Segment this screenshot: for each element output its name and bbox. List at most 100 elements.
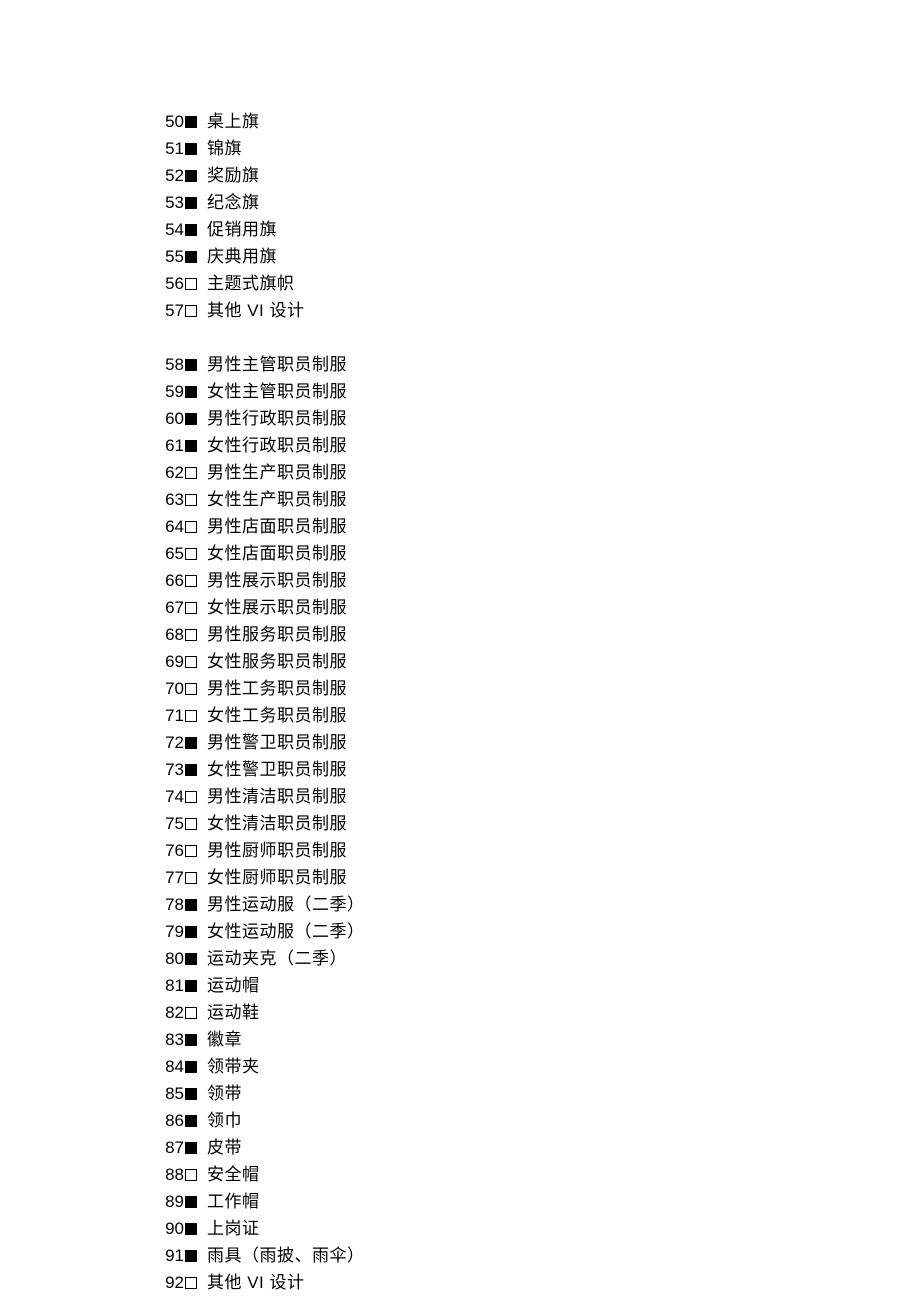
checkbox-checked-icon [184,440,199,452]
item-label: 女性警卫职员制服 [199,756,347,783]
item-number: 70 [162,675,184,702]
item-number: 65 [162,540,184,567]
item-label: 男性清洁职员制服 [199,783,347,810]
item-label: 男性生产职员制服 [199,459,347,486]
list-item: 84领带夹 [162,1053,920,1080]
item-label: 女性清洁职员制服 [199,810,347,837]
checkbox-unchecked-icon [184,1169,199,1181]
item-label: 安全帽 [199,1161,260,1188]
list-item: 60 男性行政职员制服 [162,405,920,432]
list-item: 59女性主管职员制服 [162,378,920,405]
list-item: 82运动鞋 [162,999,920,1026]
checkbox-checked-icon [184,1223,199,1235]
item-label: 锦旗 [199,135,242,162]
item-label: 促销用旗 [199,216,277,243]
checkbox-unchecked-icon [184,818,199,830]
item-number: 56 [162,270,184,297]
checkbox-checked-icon [184,1196,199,1208]
item-label: 领带 [199,1080,242,1107]
item-number: 69 [162,648,184,675]
item-label: 其他 VI 设计 [199,297,305,324]
list-item: 92其他 VI 设计 [162,1269,920,1296]
item-number: 82 [162,999,184,1026]
checkbox-unchecked-icon [184,1007,199,1019]
item-number: 67 [162,594,184,621]
list-item: 51 锦旗 [162,135,920,162]
section-gap [162,324,920,351]
list-item: 81运动帽 [162,972,920,999]
checkbox-unchecked-icon [184,629,199,641]
list-item: 63 女性生产职员制服 [162,486,920,513]
list-item: 72 男性警卫职员制服 [162,729,920,756]
item-number: 80 [162,945,184,972]
item-number: 83 [162,1026,184,1053]
item-number: 71 [162,702,184,729]
checkbox-checked-icon [184,413,199,425]
list-item: 77女性厨师职员制服 [162,864,920,891]
checkbox-unchecked-icon [184,845,199,857]
item-number: 51 [162,135,184,162]
item-number: 63 [162,486,184,513]
item-label: 女性展示职员制服 [199,594,347,621]
item-label: 领带夹 [199,1053,260,1080]
item-label: 男性行政职员制服 [199,405,347,432]
list-item: 90 上岗证 [162,1215,920,1242]
item-number: 87 [162,1134,184,1161]
item-number: 76 [162,837,184,864]
list-item: 56主题式旗帜 [162,270,920,297]
item-label: 女性生产职员制服 [199,486,347,513]
item-number: 52 [162,162,184,189]
item-number: 92 [162,1269,184,1296]
item-number: 73 [162,756,184,783]
checkbox-unchecked-icon [184,521,199,533]
item-label: 男性警卫职员制服 [199,729,347,756]
checkbox-checked-icon [184,764,199,776]
item-label: 女性工务职员制服 [199,702,347,729]
item-number: 85 [162,1080,184,1107]
list-item: 62男性生产职员制服 [162,459,920,486]
checkbox-unchecked-icon [184,683,199,695]
checkbox-checked-icon [184,1088,199,1100]
item-label: 男性主管职员制服 [199,351,347,378]
list-item: 79女性运动服（二季） [162,918,920,945]
item-number: 72 [162,729,184,756]
checkbox-unchecked-icon [184,602,199,614]
item-number: 90 [162,1215,184,1242]
list-item: 89工作帽 [162,1188,920,1215]
item-label: 奖励旗 [199,162,260,189]
checkbox-unchecked-icon [184,278,199,290]
item-label: 雨具（雨披、雨伞） [199,1242,365,1269]
checkbox-checked-icon [184,224,199,236]
checkbox-checked-icon [184,386,199,398]
item-number: 79 [162,918,184,945]
item-number: 64 [162,513,184,540]
checkbox-unchecked-icon [184,467,199,479]
item-number: 61 [162,432,184,459]
checkbox-unchecked-icon [184,305,199,317]
item-number: 91 [162,1242,184,1269]
item-number: 60 [162,405,184,432]
checkbox-checked-icon [184,1142,199,1154]
checkbox-checked-icon [184,170,199,182]
item-number: 68 [162,621,184,648]
item-number: 81 [162,972,184,999]
list-item: 78男性运动服（二季） [162,891,920,918]
list-item: 68男性服务职员制服 [162,621,920,648]
item-label: 女性厨师职员制服 [199,864,347,891]
item-label: 上岗证 [199,1215,260,1242]
list-item: 76 男性厨师职员制服 [162,837,920,864]
item-number: 55 [162,243,184,270]
list-item: 52 奖励旗 [162,162,920,189]
item-label: 女性主管职员制服 [199,378,347,405]
item-number: 50 [162,108,184,135]
list-item: 88安全帽 [162,1161,920,1188]
checkbox-checked-icon [184,251,199,263]
item-list: 50桌上旗51锦旗52奖励旗53纪念旗54促销用旗55庆典用旗56主题式旗帜57… [162,108,920,1296]
checkbox-checked-icon [184,197,199,209]
checkbox-checked-icon [184,359,199,371]
item-number: 74 [162,783,184,810]
item-label: 男性展示职员制服 [199,567,347,594]
list-item: 61女性行政职员制服 [162,432,920,459]
checkbox-unchecked-icon [184,791,199,803]
item-label: 男性厨师职员制服 [199,837,347,864]
